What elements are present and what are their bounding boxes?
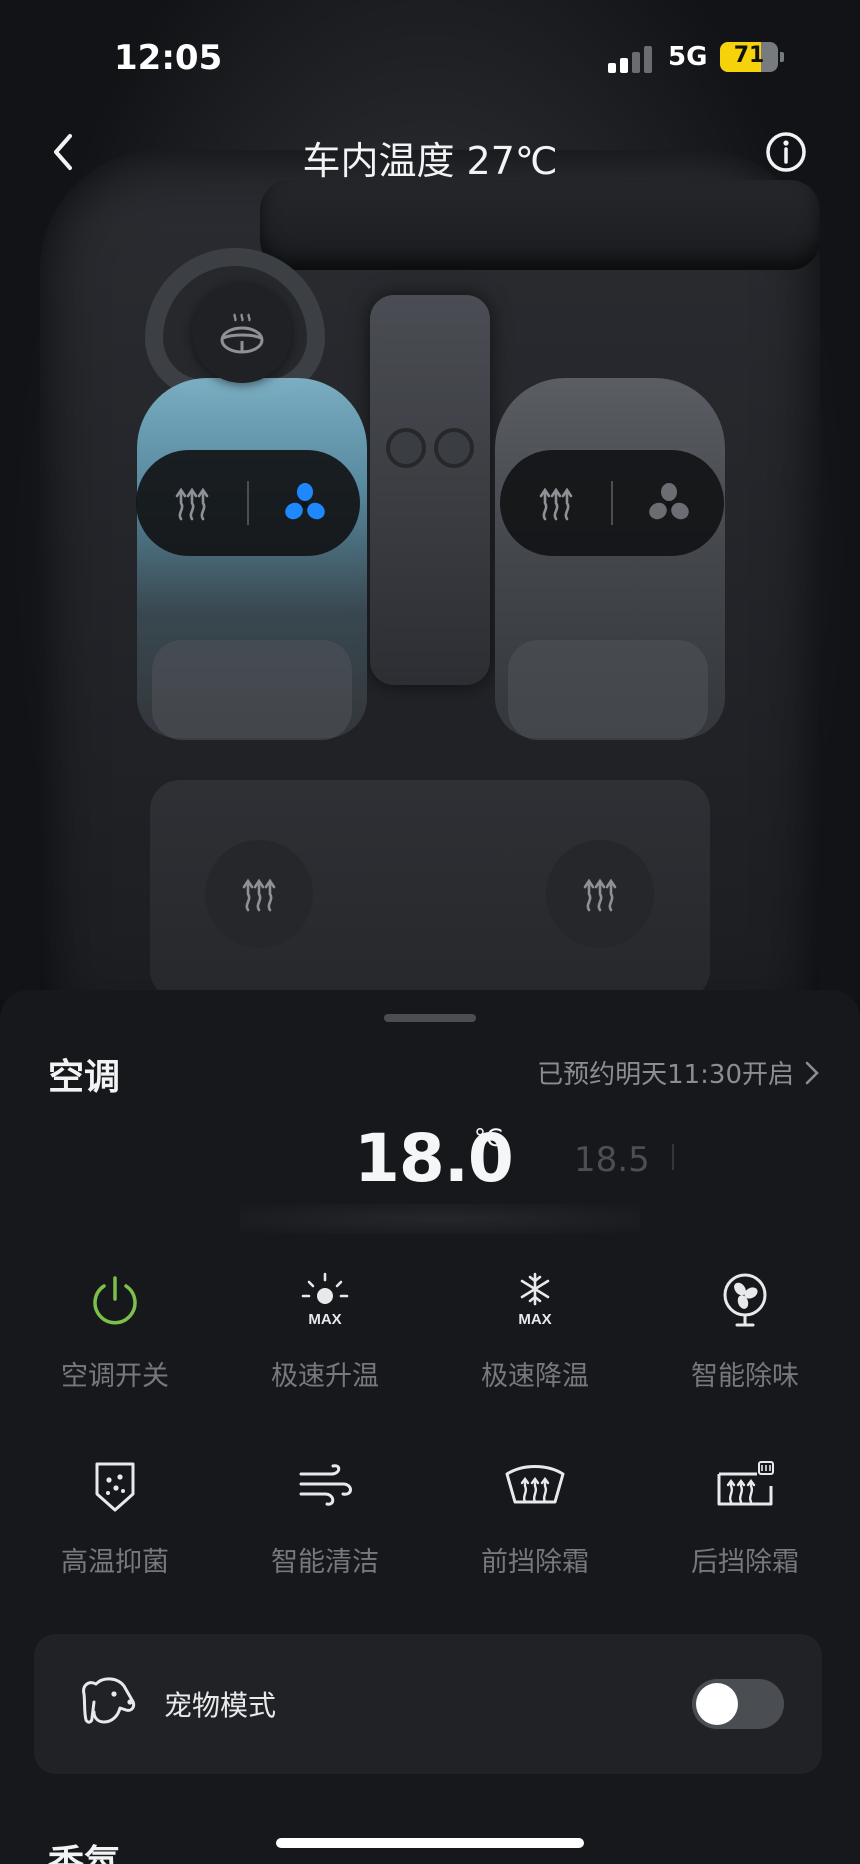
home-indicator[interactable] (276, 1838, 584, 1848)
center-console (370, 295, 490, 685)
svg-text:MAX: MAX (518, 1311, 551, 1328)
steering-wheel-heat-icon (220, 313, 264, 354)
ac-section-title: 空调 (48, 1057, 121, 1098)
battery-cap (780, 52, 784, 62)
dog-icon (78, 1672, 142, 1736)
info-button[interactable] (764, 130, 808, 174)
function-label: 后挡除霜 (691, 1547, 799, 1578)
chevron-right-icon (805, 1061, 819, 1084)
function-label: 前挡除霜 (481, 1547, 589, 1578)
driver-seat-heat-button[interactable] (136, 450, 247, 556)
passenger-seat-vent-button[interactable] (613, 450, 724, 556)
network-type: 5G (668, 42, 708, 72)
rear-defrost-button[interactable]: 后挡除霜 (640, 1454, 850, 1604)
temperature-picker[interactable]: 18.0 °C 18.5 (0, 1120, 860, 1234)
power-icon (83, 1268, 147, 1332)
schedule-text: 已预约明天11:30开启 (537, 1060, 794, 1090)
seat-heat-icon (539, 487, 572, 521)
nav-header: 车内温度 27℃ (0, 110, 860, 200)
driver-seat-vent-button[interactable] (249, 450, 360, 556)
toggle-knob (696, 1683, 738, 1725)
schedule-link[interactable]: 已预约明天11:30开启 (537, 1054, 820, 1091)
ac-power-button[interactable]: 空调开关 (10, 1268, 220, 1418)
function-label: 高温抑菌 (61, 1547, 169, 1578)
svg-text:MAX: MAX (308, 1311, 341, 1328)
battery-level: 71 (733, 43, 765, 68)
seat-heat-icon (242, 878, 276, 912)
quick-heat-button[interactable]: MAX 极速升温 (220, 1268, 430, 1418)
page-title: 车内温度 27℃ (302, 139, 558, 183)
driver-seat-controls (136, 450, 360, 556)
shield-sterilize-icon (83, 1454, 147, 1518)
quick-cool-button[interactable]: MAX 极速降温 (430, 1268, 640, 1418)
front-defrost-icon (503, 1454, 567, 1518)
rear-right-seat-heat-button[interactable] (546, 840, 654, 948)
pet-mode-label: 宠物模式 (164, 1689, 277, 1722)
passenger-seat-controls (500, 450, 724, 556)
info-icon (766, 132, 806, 172)
steering-wheel-heat-button[interactable] (192, 283, 292, 383)
smart-clean-button[interactable]: 智能清洁 (220, 1454, 430, 1604)
temperature-unit: °C (474, 1124, 503, 1152)
wind-clean-icon (293, 1454, 357, 1518)
function-label: 空调开关 (61, 1361, 169, 1392)
next-temperature[interactable]: 18.5 (574, 1140, 650, 1180)
ac-control-sheet: 空调 已预约明天11:30开启 18.0 °C 18.5 空调开关 MAX 极速… (0, 990, 860, 1864)
seat-vent-icon (284, 483, 325, 520)
console-vent (386, 428, 426, 468)
pet-mode-toggle[interactable] (692, 1679, 784, 1729)
sheet-grabber[interactable] (384, 1014, 476, 1022)
smart-deodorize-button[interactable]: 智能除味 (640, 1268, 850, 1418)
cellular-signal-icon (608, 45, 654, 73)
front-defrost-button[interactable]: 前挡除霜 (430, 1454, 640, 1604)
picker-shadow (240, 1204, 640, 1234)
passenger-seat-cushion (508, 640, 708, 740)
fragrance-section-title: 香氛 (48, 1844, 120, 1864)
driver-seat-cushion (152, 640, 352, 740)
rear-defrost-icon (713, 1454, 777, 1518)
status-bar: 12:05 5G 71 (0, 0, 860, 110)
rear-left-seat-heat-button[interactable] (205, 840, 313, 948)
clock: 12:05 (114, 38, 223, 78)
fan-purifier-icon (713, 1268, 777, 1332)
passenger-seat-heat-button[interactable] (500, 450, 611, 556)
function-label: 智能清洁 (271, 1547, 379, 1578)
pet-mode-card: 宠物模式 (34, 1634, 822, 1774)
function-label: 极速降温 (481, 1361, 589, 1392)
console-vent (434, 428, 474, 468)
function-label: 极速升温 (271, 1361, 379, 1392)
snowflake-max-icon: MAX (503, 1268, 567, 1332)
battery-icon: 71 (720, 42, 778, 72)
seat-vent-icon (648, 483, 689, 520)
seat-heat-icon (583, 878, 617, 912)
picker-tick (672, 1144, 674, 1170)
sun-max-icon: MAX (293, 1268, 357, 1332)
function-label: 智能除味 (691, 1361, 799, 1392)
high-temp-sterilize-button[interactable]: 高温抑菌 (10, 1454, 220, 1604)
seat-heat-icon (175, 487, 208, 521)
